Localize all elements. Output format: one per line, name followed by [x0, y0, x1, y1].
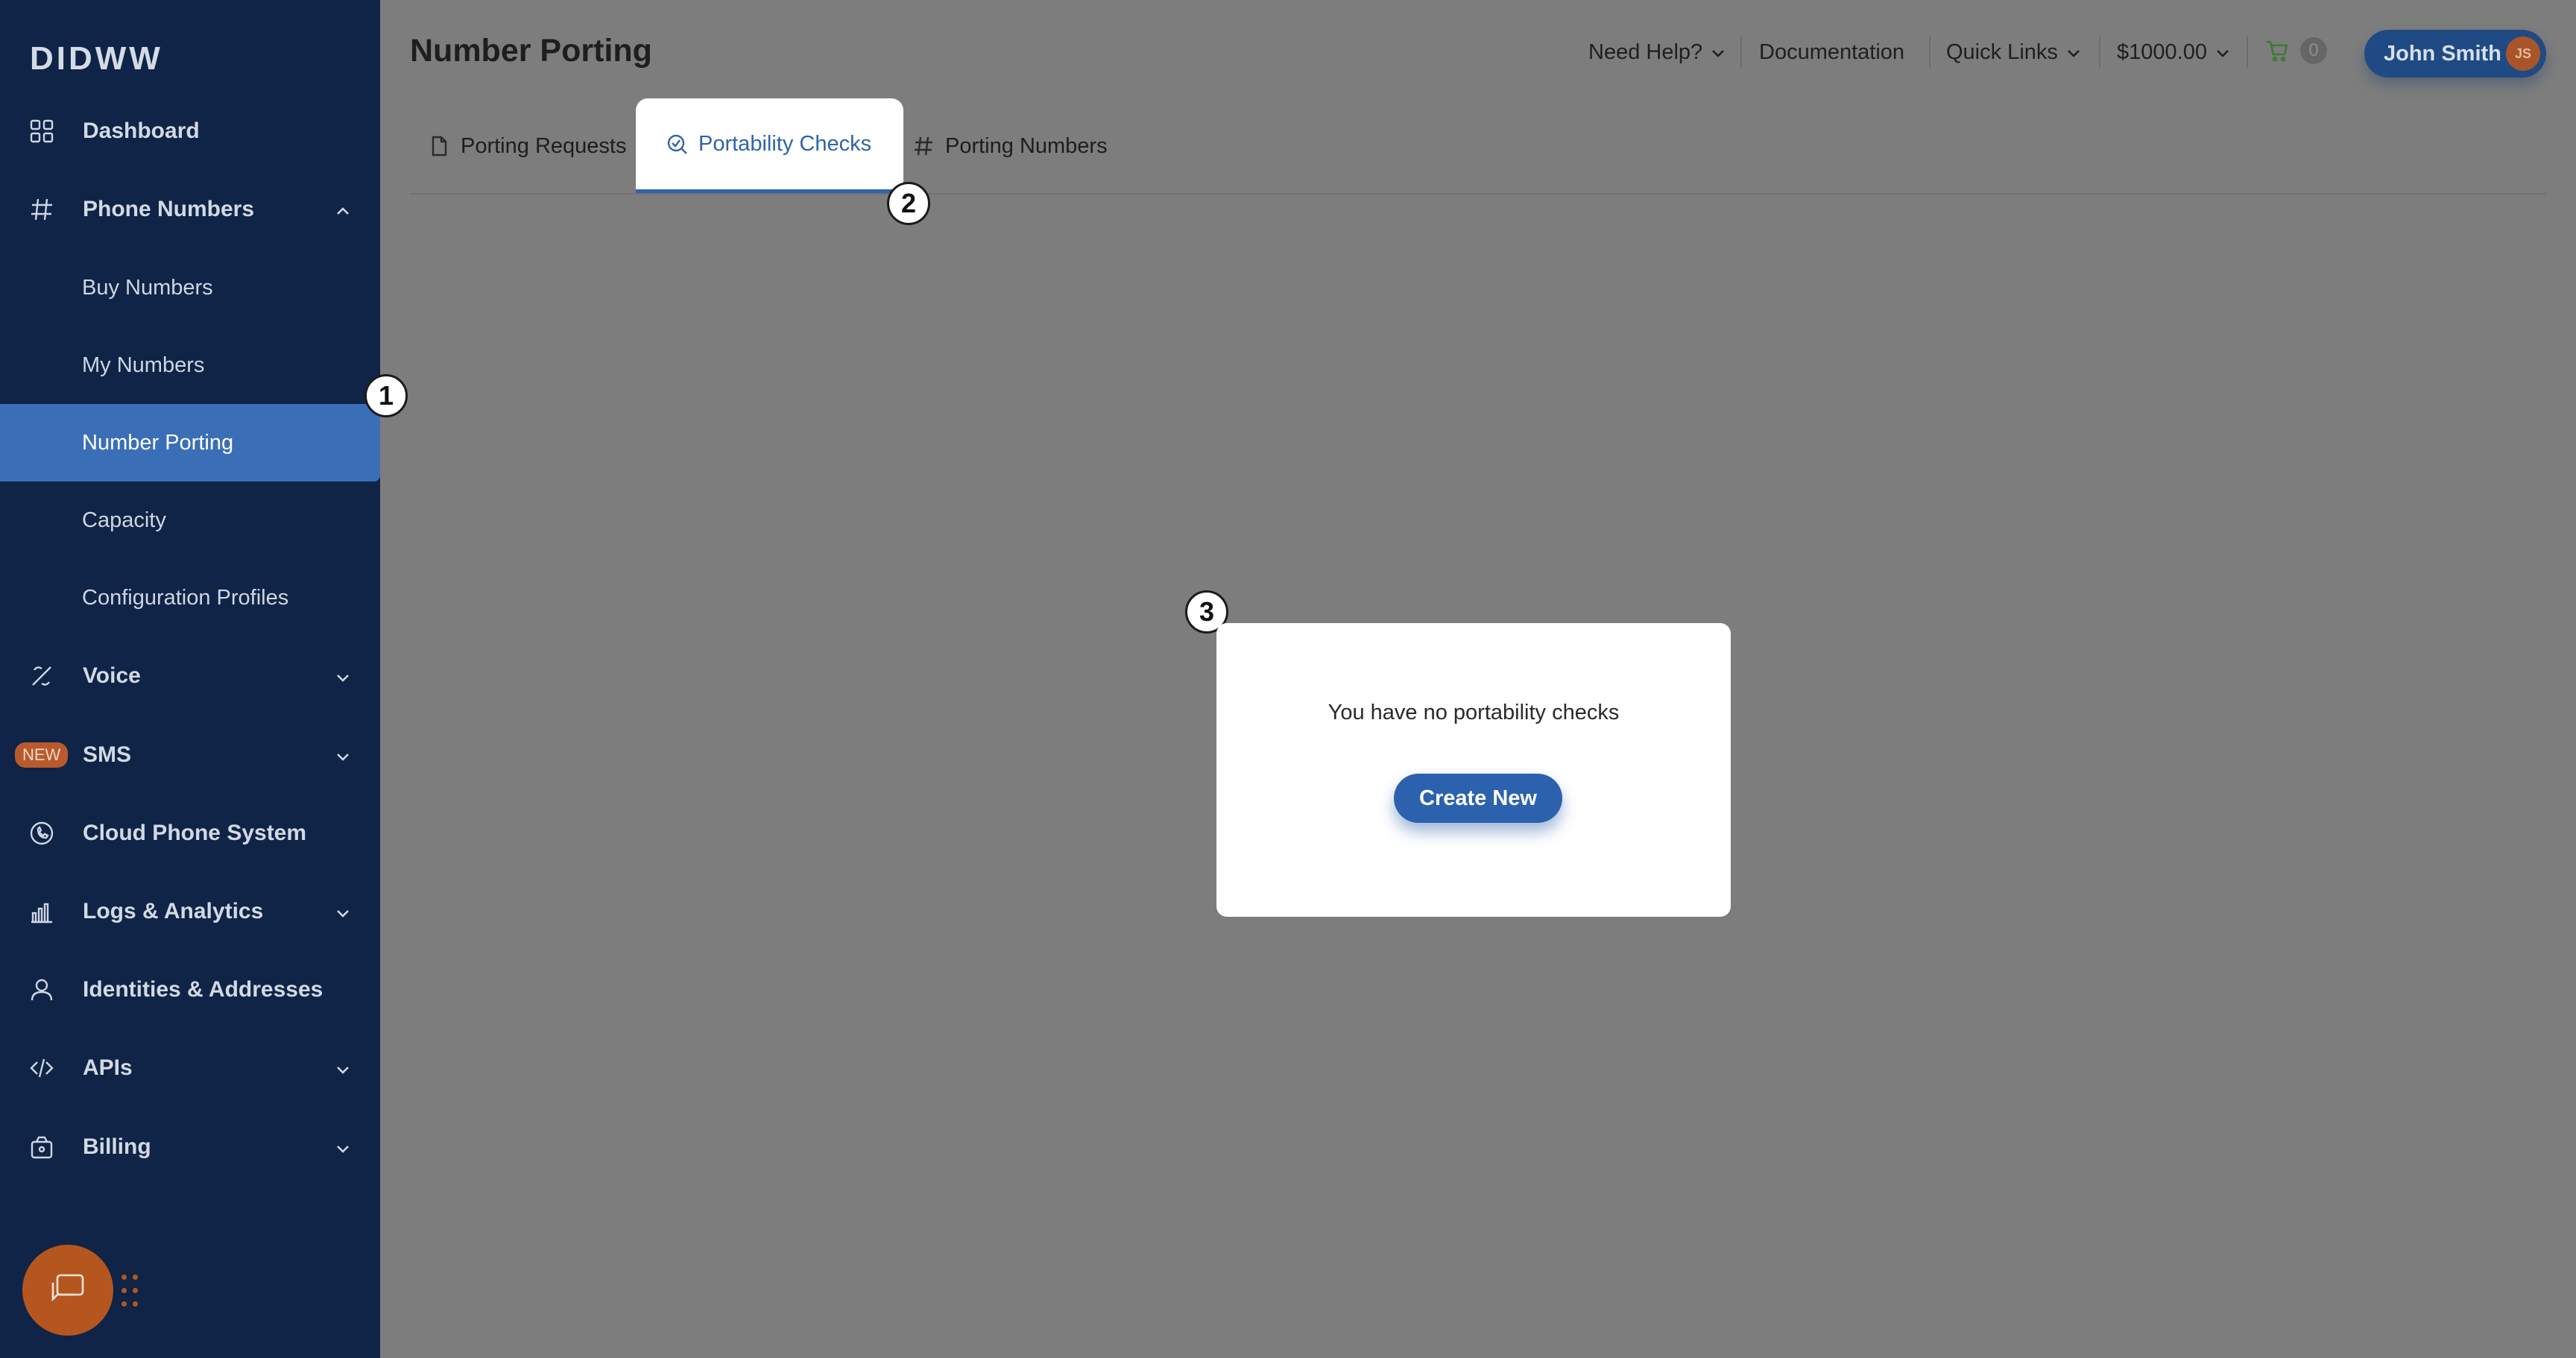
tab-portability-checks[interactable]: Portability Checks: [636, 98, 903, 194]
sidebar: DIDWW Dashboard Phone Numbers Buy Number…: [0, 0, 380, 1358]
divider: [2099, 36, 2100, 69]
code-icon: [28, 1055, 55, 1081]
document-icon: [432, 136, 447, 157]
cart-count-badge: 0: [2300, 37, 2327, 64]
chevron-down-icon: [334, 667, 352, 685]
chevron-down-icon: [334, 1138, 352, 1156]
tab-label: Portability Checks: [698, 131, 872, 156]
sidebar-subitem-capacity[interactable]: Capacity: [0, 481, 380, 559]
sidebar-item-apis[interactable]: APIs: [0, 1029, 380, 1107]
chevron-down-icon: [2067, 49, 2080, 57]
hash-icon: [28, 196, 55, 223]
chevron-down-icon: [334, 746, 352, 764]
sidebar-item-label: Voice: [83, 663, 141, 688]
tab-porting-requests[interactable]: Porting Requests: [428, 98, 626, 194]
chart-icon: [28, 898, 55, 925]
phone-icon: [28, 820, 55, 847]
sidebar-item-label: Dashboard: [83, 119, 200, 143]
sidebar-item-phone-numbers[interactable]: Phone Numbers: [0, 171, 380, 248]
search-check-icon: [667, 134, 687, 154]
sidebar-subitem-label: Configuration Profiles: [82, 585, 289, 610]
balance-dropdown[interactable]: $1000.00: [2117, 40, 2231, 65]
chat-widget-button[interactable]: [22, 1245, 113, 1336]
sidebar-item-label: APIs: [83, 1055, 133, 1080]
sidebar-subitem-configuration-profiles[interactable]: Configuration Profiles: [0, 559, 380, 637]
sidebar-subitem-number-porting[interactable]: Number Porting: [0, 404, 380, 481]
sidebar-item-label: Logs & Analytics: [83, 899, 264, 923]
wallet-icon: [28, 1134, 55, 1160]
grid-icon: [28, 118, 55, 145]
chevron-up-icon: [334, 200, 352, 218]
divider: [1740, 36, 1742, 69]
need-help-label: Need Help?: [1588, 40, 1703, 64]
user-menu-button[interactable]: John Smith JS: [2364, 30, 2546, 78]
chevron-down-icon: [2217, 49, 2229, 57]
user-icon: [28, 976, 55, 1003]
empty-state-card: You have no portability checks Create Ne…: [1216, 623, 1731, 917]
tabs-divider: [410, 193, 2546, 195]
step-marker-2: 2: [887, 182, 930, 225]
sidebar-subitem-label: Capacity: [82, 508, 166, 532]
tab-label: Porting Numbers: [945, 133, 1108, 158]
quick-links-label: Quick Links: [1946, 40, 2058, 64]
sidebar-subitem-label: Buy Numbers: [82, 275, 213, 300]
need-help-dropdown[interactable]: Need Help?: [1588, 40, 1726, 65]
divider: [2247, 36, 2248, 69]
voice-icon: [28, 663, 55, 689]
sidebar-item-cloud-phone-system[interactable]: Cloud Phone System: [0, 795, 380, 872]
documentation-label: Documentation: [1759, 40, 1905, 64]
page-title: Number Porting: [410, 33, 652, 69]
sidebar-subitem-my-numbers[interactable]: My Numbers: [0, 326, 380, 404]
user-name: John Smith: [2384, 41, 2501, 66]
sidebar-item-label: Cloud Phone System: [83, 821, 307, 845]
sidebar-subitem-buy-numbers[interactable]: Buy Numbers: [0, 249, 380, 326]
sidebar-item-voice[interactable]: Voice: [0, 637, 380, 715]
sidebar-item-logs-analytics[interactable]: Logs & Analytics: [0, 873, 380, 950]
divider: [1929, 36, 1931, 69]
sidebar-item-sms[interactable]: NEW SMS: [0, 716, 380, 794]
empty-state-message: You have no portability checks: [1328, 701, 1620, 724]
sidebar-item-label: Phone Numbers: [83, 197, 255, 221]
drag-handle-icon[interactable]: [121, 1275, 141, 1307]
chevron-down-icon: [334, 1059, 352, 1077]
tab-porting-numbers[interactable]: Porting Numbers: [912, 98, 1108, 194]
cart-button[interactable]: 0: [2264, 37, 2327, 64]
chevron-down-icon: [334, 903, 352, 920]
balance-label: $1000.00: [2117, 40, 2207, 64]
step-marker-1: 1: [364, 374, 408, 417]
create-new-button[interactable]: Create New: [1394, 774, 1562, 823]
chat-icon: [51, 1274, 84, 1302]
quick-links-dropdown[interactable]: Quick Links: [1946, 40, 2082, 65]
sidebar-item-label: Identities & Addresses: [83, 977, 323, 1002]
documentation-link[interactable]: Documentation: [1759, 40, 1904, 65]
chevron-down-icon: [1712, 49, 1725, 57]
new-badge: NEW: [15, 742, 69, 768]
sidebar-subitem-label: My Numbers: [82, 353, 205, 377]
hash-icon: [915, 136, 932, 156]
sidebar-item-billing[interactable]: Billing: [0, 1108, 380, 1186]
sidebar-subitem-label: Number Porting: [82, 430, 234, 455]
didww-logo[interactable]: DIDWW: [30, 40, 163, 78]
sidebar-item-label: SMS: [83, 742, 132, 767]
sidebar-item-identities-addresses[interactable]: Identities & Addresses: [0, 951, 380, 1029]
sidebar-item-dashboard[interactable]: Dashboard: [0, 92, 380, 170]
tab-label: Porting Requests: [461, 133, 627, 158]
avatar: JS: [2506, 37, 2540, 71]
sidebar-item-label: Billing: [83, 1134, 151, 1159]
cart-icon: [2267, 40, 2288, 62]
